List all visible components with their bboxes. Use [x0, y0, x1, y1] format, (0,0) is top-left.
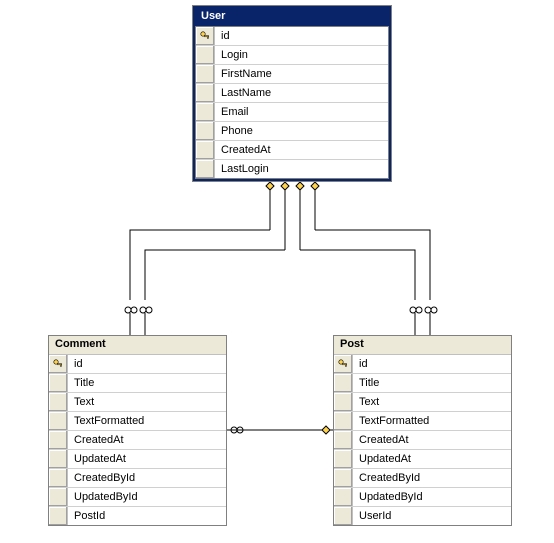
column-name: Text: [353, 393, 511, 411]
entity-post-columns: id Title Text TextFormatted CreatedAt Up…: [334, 355, 511, 525]
entity-post[interactable]: Post id Title Text TextFormatted Created…: [333, 335, 512, 526]
column-name: CreatedById: [353, 469, 511, 487]
column-name: UpdatedAt: [68, 450, 226, 468]
row-stub: [334, 393, 353, 411]
column-row[interactable]: TextFormatted: [334, 412, 511, 431]
column-row[interactable]: PostId: [49, 507, 226, 525]
key-icon: [49, 355, 68, 373]
row-stub: [196, 141, 215, 159]
row-stub: [334, 469, 353, 487]
entity-user-columns: id Login FirstName LastName Email Phone …: [195, 26, 389, 179]
column-row[interactable]: CreatedAt: [334, 431, 511, 450]
column-row[interactable]: Email: [196, 103, 388, 122]
column-name: id: [353, 355, 511, 373]
row-stub: [334, 488, 353, 506]
column-row[interactable]: Text: [49, 393, 226, 412]
column-name: Title: [353, 374, 511, 392]
key-icon: [334, 355, 353, 373]
column-row[interactable]: UpdatedAt: [49, 450, 226, 469]
row-stub: [334, 507, 353, 525]
row-stub: [334, 374, 353, 392]
column-row[interactable]: id: [49, 355, 226, 374]
column-row[interactable]: id: [196, 27, 388, 46]
column-name: PostId: [68, 507, 226, 525]
entity-comment[interactable]: Comment id Title Text TextFormatted Crea…: [48, 335, 227, 526]
entity-user[interactable]: User id Login FirstName LastName Email P…: [192, 5, 392, 182]
column-row[interactable]: Title: [49, 374, 226, 393]
column-name: Phone: [215, 122, 388, 140]
row-stub: [196, 103, 215, 121]
row-stub: [196, 46, 215, 64]
column-row[interactable]: CreatedAt: [196, 141, 388, 160]
er-diagram-canvas: User id Login FirstName LastName Email P…: [0, 0, 554, 543]
column-row[interactable]: UpdatedAt: [334, 450, 511, 469]
column-name: FirstName: [215, 65, 388, 83]
column-name: TextFormatted: [353, 412, 511, 430]
column-name: CreatedById: [68, 469, 226, 487]
column-row[interactable]: CreatedAt: [49, 431, 226, 450]
column-row[interactable]: Text: [334, 393, 511, 412]
row-stub: [196, 84, 215, 102]
column-name: Email: [215, 103, 388, 121]
entity-comment-title: Comment: [49, 336, 226, 355]
entity-user-title: User: [195, 8, 389, 26]
column-name: id: [215, 27, 388, 45]
column-name: CreatedAt: [215, 141, 388, 159]
column-row[interactable]: FirstName: [196, 65, 388, 84]
row-stub: [334, 450, 353, 468]
row-stub: [196, 122, 215, 140]
column-row[interactable]: id: [334, 355, 511, 374]
row-stub: [49, 431, 68, 449]
column-name: Text: [68, 393, 226, 411]
row-stub: [196, 65, 215, 83]
row-stub: [196, 160, 215, 178]
column-name: CreatedAt: [68, 431, 226, 449]
column-row[interactable]: TextFormatted: [49, 412, 226, 431]
key-icon: [196, 27, 215, 45]
column-row[interactable]: LastName: [196, 84, 388, 103]
column-name: UserId: [353, 507, 511, 525]
column-row[interactable]: Phone: [196, 122, 388, 141]
column-row[interactable]: Title: [334, 374, 511, 393]
column-row[interactable]: CreatedById: [334, 469, 511, 488]
column-name: LastLogin: [215, 160, 388, 178]
column-row[interactable]: UpdatedById: [334, 488, 511, 507]
row-stub: [334, 412, 353, 430]
row-stub: [49, 507, 68, 525]
column-name: LastName: [215, 84, 388, 102]
column-name: UpdatedAt: [353, 450, 511, 468]
column-name: UpdatedById: [353, 488, 511, 506]
column-name: CreatedAt: [353, 431, 511, 449]
column-row[interactable]: UserId: [334, 507, 511, 525]
row-stub: [334, 431, 353, 449]
column-name: Title: [68, 374, 226, 392]
column-name: Login: [215, 46, 388, 64]
row-stub: [49, 488, 68, 506]
row-stub: [49, 374, 68, 392]
row-stub: [49, 469, 68, 487]
entity-post-title: Post: [334, 336, 511, 355]
row-stub: [49, 393, 68, 411]
column-row[interactable]: Login: [196, 46, 388, 65]
column-row[interactable]: CreatedById: [49, 469, 226, 488]
column-name: id: [68, 355, 226, 373]
column-name: TextFormatted: [68, 412, 226, 430]
column-name: UpdatedById: [68, 488, 226, 506]
column-row[interactable]: UpdatedById: [49, 488, 226, 507]
row-stub: [49, 450, 68, 468]
column-row[interactable]: LastLogin: [196, 160, 388, 178]
entity-comment-columns: id Title Text TextFormatted CreatedAt Up…: [49, 355, 226, 525]
row-stub: [49, 412, 68, 430]
